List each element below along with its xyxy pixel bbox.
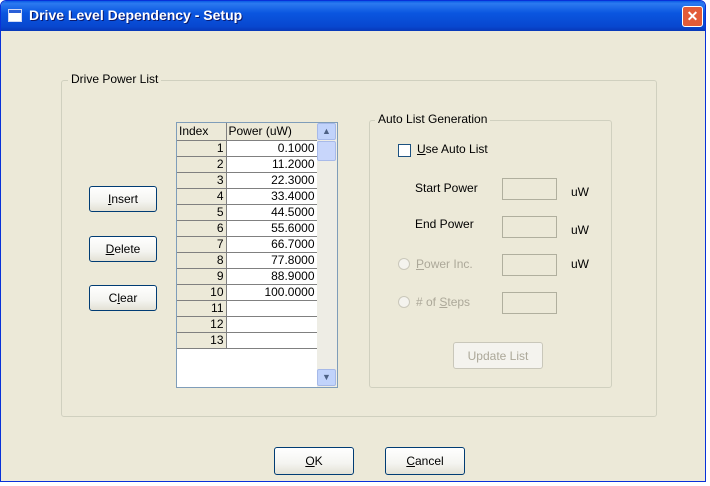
insert-label-rest: nsert xyxy=(111,192,139,206)
num-steps-radio xyxy=(398,296,410,308)
window-icon xyxy=(8,9,22,22)
power-cell[interactable]: 33.4000 xyxy=(226,188,318,205)
power-cell[interactable]: 55.6000 xyxy=(226,220,318,237)
index-column-header: Index xyxy=(177,123,227,141)
power-cell[interactable]: 77.8000 xyxy=(226,252,318,269)
table-row[interactable]: 8 77.8000 xyxy=(177,252,318,269)
window-title: Drive Level Dependency - Setup xyxy=(29,7,243,23)
scroll-down-button[interactable]: ▼ xyxy=(317,369,336,386)
power-column-header: Power (uW) xyxy=(226,123,318,141)
scroll-thumb[interactable] xyxy=(317,141,336,161)
use-auto-list-accel: U xyxy=(417,142,426,156)
power-list-grid[interactable]: Index Power (uW) 1 0.1000 2 11.2000 3 22.30… xyxy=(176,122,338,388)
start-power-field xyxy=(502,178,557,200)
ok-accel: O xyxy=(305,454,315,468)
delete-label-rest: elete xyxy=(114,242,141,256)
row-index: 13 xyxy=(177,332,227,349)
delete-button[interactable]: Delete xyxy=(89,236,157,262)
table-row[interactable]: 4 33.4000 xyxy=(177,188,318,205)
row-index: 3 xyxy=(177,172,227,189)
num-steps-before: # of xyxy=(416,295,440,309)
power-inc-rest: ower Inc. xyxy=(424,257,473,271)
table-row[interactable]: 13 xyxy=(177,332,318,349)
table-row[interactable]: 5 44.5000 xyxy=(177,204,318,221)
table-row[interactable]: 9 88.9000 xyxy=(177,268,318,285)
end-power-unit: uW xyxy=(571,223,589,237)
table-row[interactable]: 7 66.7000 xyxy=(177,236,318,253)
use-auto-list-checkbox[interactable] xyxy=(398,144,411,157)
row-index: 5 xyxy=(177,204,227,221)
table-row[interactable]: 1 0.1000 xyxy=(177,140,318,157)
setup-dialog: Drive Level Dependency - Setup ✕ Drive P… xyxy=(0,0,706,482)
scroll-up-button[interactable]: ▲ xyxy=(317,123,336,140)
close-icon: ✕ xyxy=(686,8,699,24)
insert-button[interactable]: Insert xyxy=(89,186,157,212)
chevron-down-icon: ▼ xyxy=(322,372,331,382)
table-row[interactable]: 11 xyxy=(177,300,318,317)
row-index: 8 xyxy=(177,252,227,269)
row-index: 4 xyxy=(177,188,227,205)
clear-button[interactable]: Clear xyxy=(89,285,157,311)
power-cell[interactable]: 44.5000 xyxy=(226,204,318,221)
table-row[interactable]: 10 100.0000 xyxy=(177,284,318,301)
ok-label-rest: K xyxy=(314,454,323,468)
power-cell[interactable]: 0.1000 xyxy=(226,140,318,157)
end-power-label: End Power xyxy=(415,217,474,231)
cancel-accel: C xyxy=(406,454,415,468)
delete-accel: D xyxy=(105,242,115,256)
auto-list-legend: Auto List Generation xyxy=(375,112,491,126)
power-table: Index Power (uW) 1 0.1000 2 11.2000 3 22.30… xyxy=(177,123,318,349)
table-row[interactable]: 2 11.2000 xyxy=(177,156,318,173)
row-index: 11 xyxy=(177,300,227,317)
power-inc-field xyxy=(502,254,557,276)
row-index: 12 xyxy=(177,316,227,333)
power-cell[interactable] xyxy=(226,300,318,317)
row-index: 9 xyxy=(177,268,227,285)
row-index: 2 xyxy=(177,156,227,173)
close-button[interactable]: ✕ xyxy=(682,6,703,27)
power-cell[interactable]: 66.7000 xyxy=(226,236,318,253)
title-bar[interactable]: Drive Level Dependency - Setup ✕ xyxy=(1,1,705,31)
power-cell[interactable] xyxy=(226,316,318,333)
cancel-label-rest: ancel xyxy=(414,454,444,468)
power-cell[interactable] xyxy=(226,332,318,349)
power-inc-accel: P xyxy=(416,257,425,271)
drive-power-list-legend: Drive Power List xyxy=(68,72,162,86)
power-cell[interactable]: 22.3000 xyxy=(226,172,318,189)
row-index: 10 xyxy=(177,284,227,301)
power-cell[interactable]: 100.0000 xyxy=(226,284,318,301)
chevron-up-icon: ▲ xyxy=(322,126,331,136)
power-inc-label: Power Inc. xyxy=(416,257,473,271)
power-cell[interactable]: 88.9000 xyxy=(226,268,318,285)
end-power-field xyxy=(502,216,557,238)
row-index: 7 xyxy=(177,236,227,253)
power-cell[interactable]: 11.2000 xyxy=(226,156,318,173)
use-auto-list-label[interactable]: Use Auto List xyxy=(417,142,488,156)
clear-label-rest: ear xyxy=(120,291,138,305)
table-row[interactable]: 6 55.6000 xyxy=(177,220,318,237)
grid-vertical-scrollbar[interactable]: ▲ ▼ xyxy=(317,123,337,387)
update-list-button: Update List xyxy=(453,342,543,369)
power-inc-unit: uW xyxy=(571,257,589,271)
use-auto-list-rest: se Auto List xyxy=(425,142,488,156)
num-steps-label: # of Steps xyxy=(416,295,470,309)
grid-header-row: Index Power (uW) xyxy=(177,123,318,141)
row-index: 1 xyxy=(177,140,227,157)
power-inc-radio xyxy=(398,258,410,270)
table-row[interactable]: 12 xyxy=(177,316,318,333)
start-power-label: Start Power xyxy=(415,181,478,195)
row-index: 6 xyxy=(177,220,227,237)
num-steps-field xyxy=(502,292,557,314)
ok-button[interactable]: OK xyxy=(274,447,354,475)
cancel-button[interactable]: Cancel xyxy=(385,447,465,475)
num-steps-rest: teps xyxy=(447,295,471,309)
table-row[interactable]: 3 22.3000 xyxy=(177,172,318,189)
start-power-unit: uW xyxy=(571,185,589,199)
